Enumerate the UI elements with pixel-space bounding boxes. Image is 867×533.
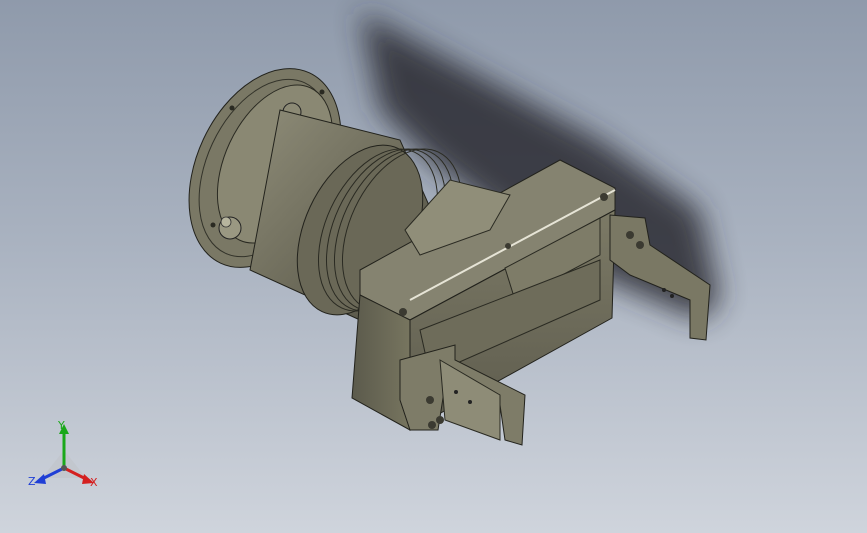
cad-graphics-area[interactable]: Y X Z — [0, 0, 867, 533]
coordinate-triad: Y X Z — [24, 420, 104, 492]
z-axis-label: Z — [28, 475, 36, 488]
triad-origin — [61, 465, 67, 471]
x-axis-label: X — [90, 476, 98, 489]
gripper-3d-model[interactable] — [0, 0, 867, 533]
y-axis-label: Y — [58, 419, 65, 432]
